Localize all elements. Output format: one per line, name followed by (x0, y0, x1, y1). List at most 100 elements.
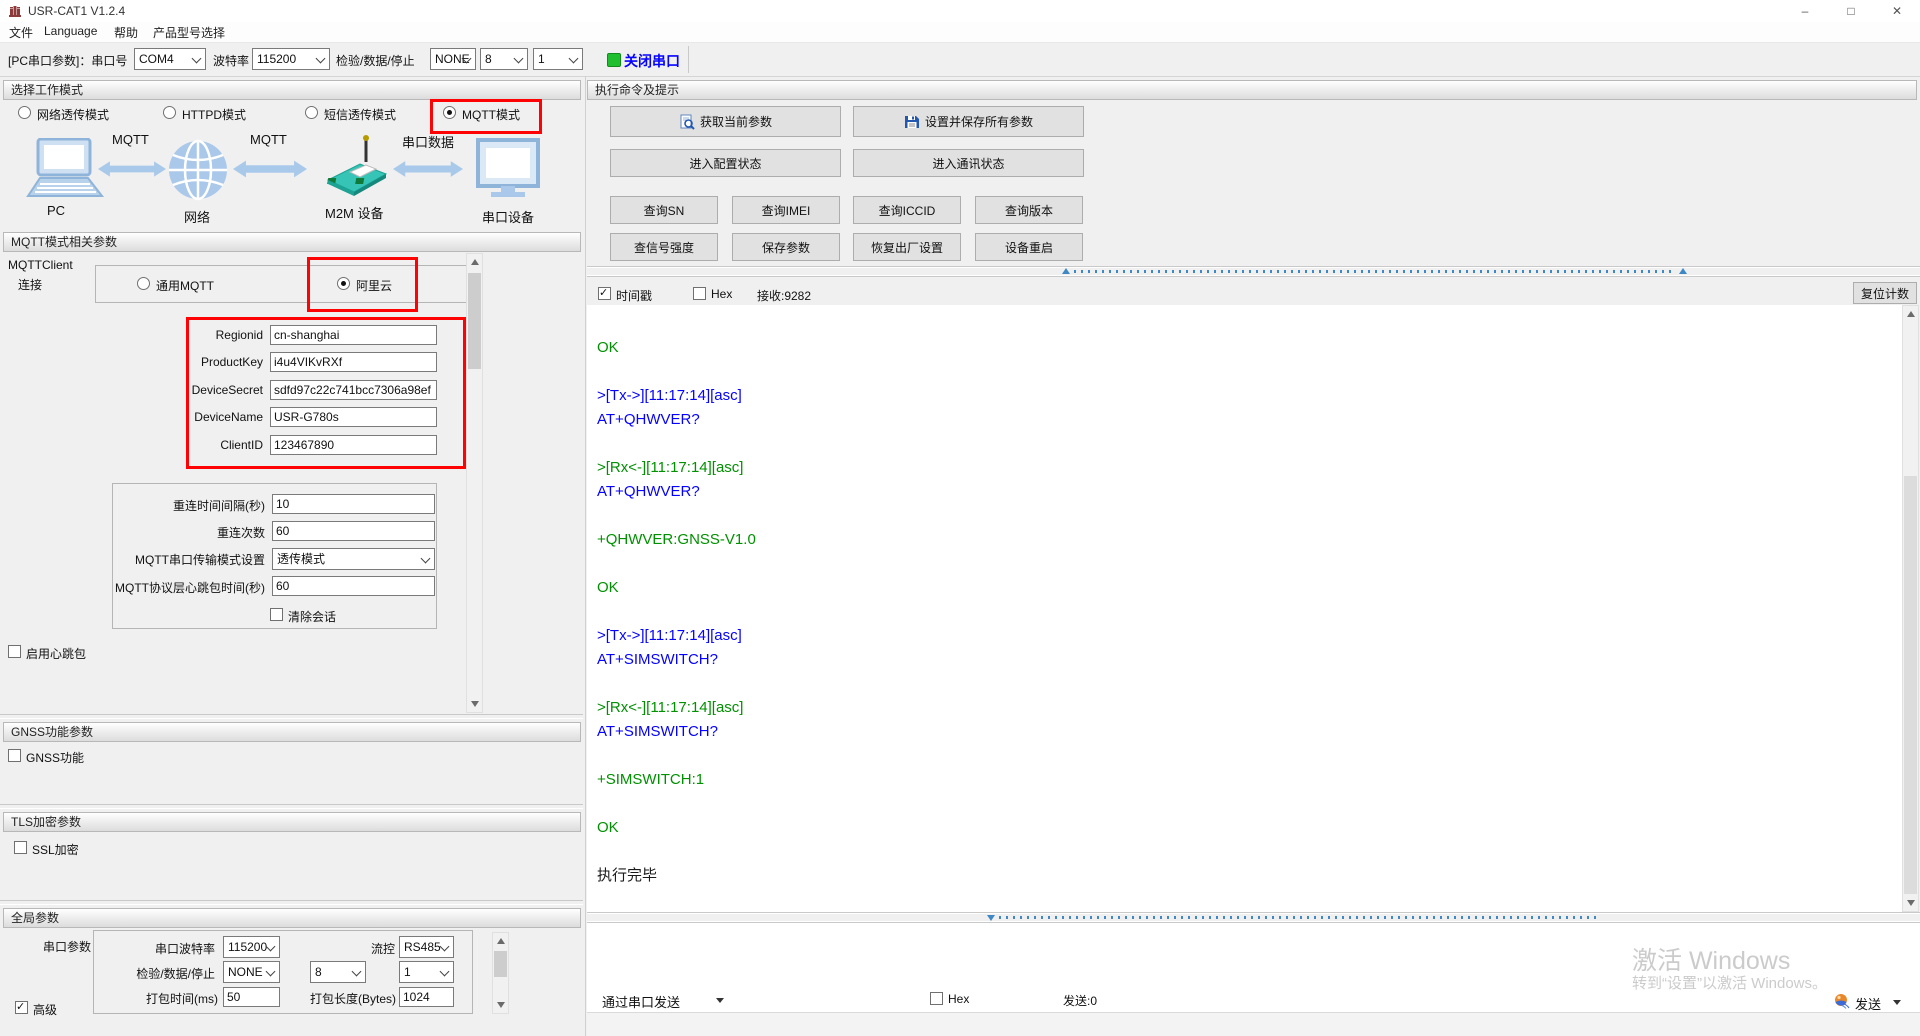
app-window: USR-CAT1 V1.2.4 – □ ✕ 文件 Language 帮助 产品型… (0, 0, 1920, 1036)
close-button[interactable]: ✕ (1880, 0, 1914, 22)
query-iccid-button[interactable]: 查询ICCID (853, 196, 961, 224)
radio-httpd[interactable] (163, 106, 176, 119)
minimize-button[interactable]: – (1788, 0, 1822, 22)
splitter-arrow-icon[interactable] (1062, 268, 1070, 274)
scroll-down-icon[interactable] (467, 696, 482, 712)
reset-count-button[interactable]: 复位计数 (1853, 282, 1917, 304)
devicename-field[interactable] (270, 407, 437, 427)
pack-length-field[interactable] (399, 987, 454, 1007)
flow-control-select[interactable]: RS485 (399, 936, 454, 958)
rx-hex-checkbox[interactable] (693, 287, 706, 300)
splitter-arrow-icon[interactable] (1679, 268, 1687, 274)
send-dropdown-icon[interactable] (1893, 1000, 1901, 1005)
splitter-handle[interactable] (1074, 270, 1675, 273)
radio-httpd-label: HTTPD模式 (182, 106, 246, 123)
log-scrollbar[interactable] (1902, 305, 1919, 912)
parity-select[interactable]: NONE (430, 48, 476, 70)
serial-toolbar: [PC串口参数]：串口号 COM4 波特率 115200 检验/数据/停止 NO… (0, 43, 1920, 77)
send-button[interactable]: 发送 (1855, 994, 1881, 1013)
gnss-checkbox[interactable] (8, 749, 21, 762)
scrollbar-thumb[interactable] (468, 273, 481, 369)
enable-heartbeat-checkbox[interactable] (8, 645, 21, 658)
set-save-all-button[interactable]: 设置并保存所有参数 (853, 106, 1084, 137)
global-baud-select[interactable]: 115200 (223, 936, 280, 958)
menu-file[interactable]: 文件 (9, 24, 33, 41)
log-line: AT+QHWVER? (597, 480, 1903, 504)
scroll-up-icon[interactable] (1903, 306, 1918, 322)
scrollbar-thumb[interactable] (1904, 476, 1917, 894)
log-area[interactable]: OK OK >[Tx->][11:17:14][asc]AT+QHWVER? >… (587, 305, 1903, 912)
log-splitter-top[interactable] (587, 266, 1920, 277)
device-reboot-button[interactable]: 设备重启 (975, 233, 1083, 261)
radio-generic-mqtt-label: 通用MQTT (156, 277, 214, 294)
splitter-handle[interactable] (999, 916, 1600, 919)
pack-time-field[interactable] (223, 987, 280, 1007)
enter-config-button[interactable]: 进入配置状态 (610, 149, 841, 177)
radio-sms-transparent[interactable] (305, 106, 318, 119)
log-line (597, 600, 1903, 624)
query-signal-button[interactable]: 查信号强度 (610, 233, 718, 261)
regionid-field[interactable] (270, 325, 437, 345)
radio-net-transparent[interactable] (18, 106, 31, 119)
close-port-button[interactable]: 关闭串口 (624, 51, 680, 71)
send-via-dropdown-icon[interactable] (716, 998, 724, 1003)
radio-generic-mqtt[interactable] (137, 277, 150, 290)
toolbar-divider (688, 46, 689, 73)
menu-language[interactable]: Language (44, 24, 97, 38)
factory-reset-button[interactable]: 恢复出厂设置 (853, 233, 961, 261)
menu-help[interactable]: 帮助 (114, 24, 138, 41)
scroll-up-icon[interactable] (493, 933, 508, 949)
scroll-down-icon[interactable] (493, 997, 508, 1013)
query-sn-button[interactable]: 查询SN (610, 196, 718, 224)
mqtt-scrollbar[interactable] (466, 253, 483, 713)
stopbits-select[interactable]: 1 (533, 48, 583, 70)
ssl-checkbox[interactable] (14, 841, 27, 854)
devicename-label: DeviceName (150, 410, 263, 424)
log-line (597, 432, 1903, 456)
databits-select[interactable]: 8 (480, 48, 528, 70)
send-via-serial-label[interactable]: 通过串口发送 (602, 992, 680, 1011)
reconnect-interval-field[interactable] (272, 494, 435, 514)
global-scrollbar[interactable] (492, 932, 509, 1014)
global-parity-select[interactable]: NONE (223, 961, 280, 983)
log-line (597, 504, 1903, 528)
rx-hex-label: Hex (711, 287, 732, 301)
menu-bar: 文件 Language 帮助 产品型号选择 (0, 22, 1920, 43)
advanced-checkbox[interactable] (15, 1001, 28, 1014)
clear-session-checkbox[interactable] (270, 608, 283, 621)
panel-divider[interactable] (585, 76, 586, 1036)
baud-select[interactable]: 115200 (252, 48, 330, 70)
timestamp-checkbox[interactable] (598, 287, 611, 300)
global-databits-select[interactable]: 8 (310, 961, 366, 983)
radio-mqtt-mode[interactable] (443, 106, 456, 119)
clientid-field[interactable] (270, 435, 437, 455)
query-version-button[interactable]: 查询版本 (975, 196, 1083, 224)
log-splitter-bottom[interactable] (587, 912, 1920, 923)
chevron-down-icon (316, 54, 326, 64)
log-line (597, 360, 1903, 384)
mqtt-keepalive-field[interactable] (272, 576, 435, 596)
productkey-field[interactable] (270, 352, 437, 372)
log-line (597, 312, 1903, 336)
com-port-select[interactable]: COM4 (134, 48, 206, 70)
query-imei-button[interactable]: 查询IMEI (732, 196, 840, 224)
devicesecret-field[interactable] (270, 380, 437, 400)
global-stopbits-select[interactable]: 1 (399, 961, 454, 983)
reconnect-count-field[interactable] (272, 521, 435, 541)
radio-aliyun[interactable] (337, 277, 350, 290)
mqtt-serial-mode-select[interactable]: 透传模式 (272, 548, 435, 570)
log-line: >[Tx->][11:17:14][asc] (597, 384, 1903, 408)
maximize-button[interactable]: □ (1834, 0, 1868, 22)
scroll-down-icon[interactable] (1903, 895, 1918, 911)
get-params-button[interactable]: 获取当前参数 (610, 106, 841, 137)
serial-param-label: 串口参数 (43, 938, 91, 955)
scrollbar-thumb[interactable] (494, 951, 507, 977)
save-params-button[interactable]: 保存参数 (732, 233, 840, 261)
menu-product-model[interactable]: 产品型号选择 (153, 24, 225, 41)
scroll-up-icon[interactable] (467, 254, 482, 270)
pack-time-label: 打包时间(ms) (140, 990, 218, 1007)
enter-comm-button[interactable]: 进入通讯状态 (853, 149, 1084, 177)
splitter-arrow-icon[interactable] (987, 915, 995, 921)
send-hex-checkbox[interactable] (930, 992, 943, 1005)
diagram-serial-label: 串口设备 (482, 207, 534, 226)
